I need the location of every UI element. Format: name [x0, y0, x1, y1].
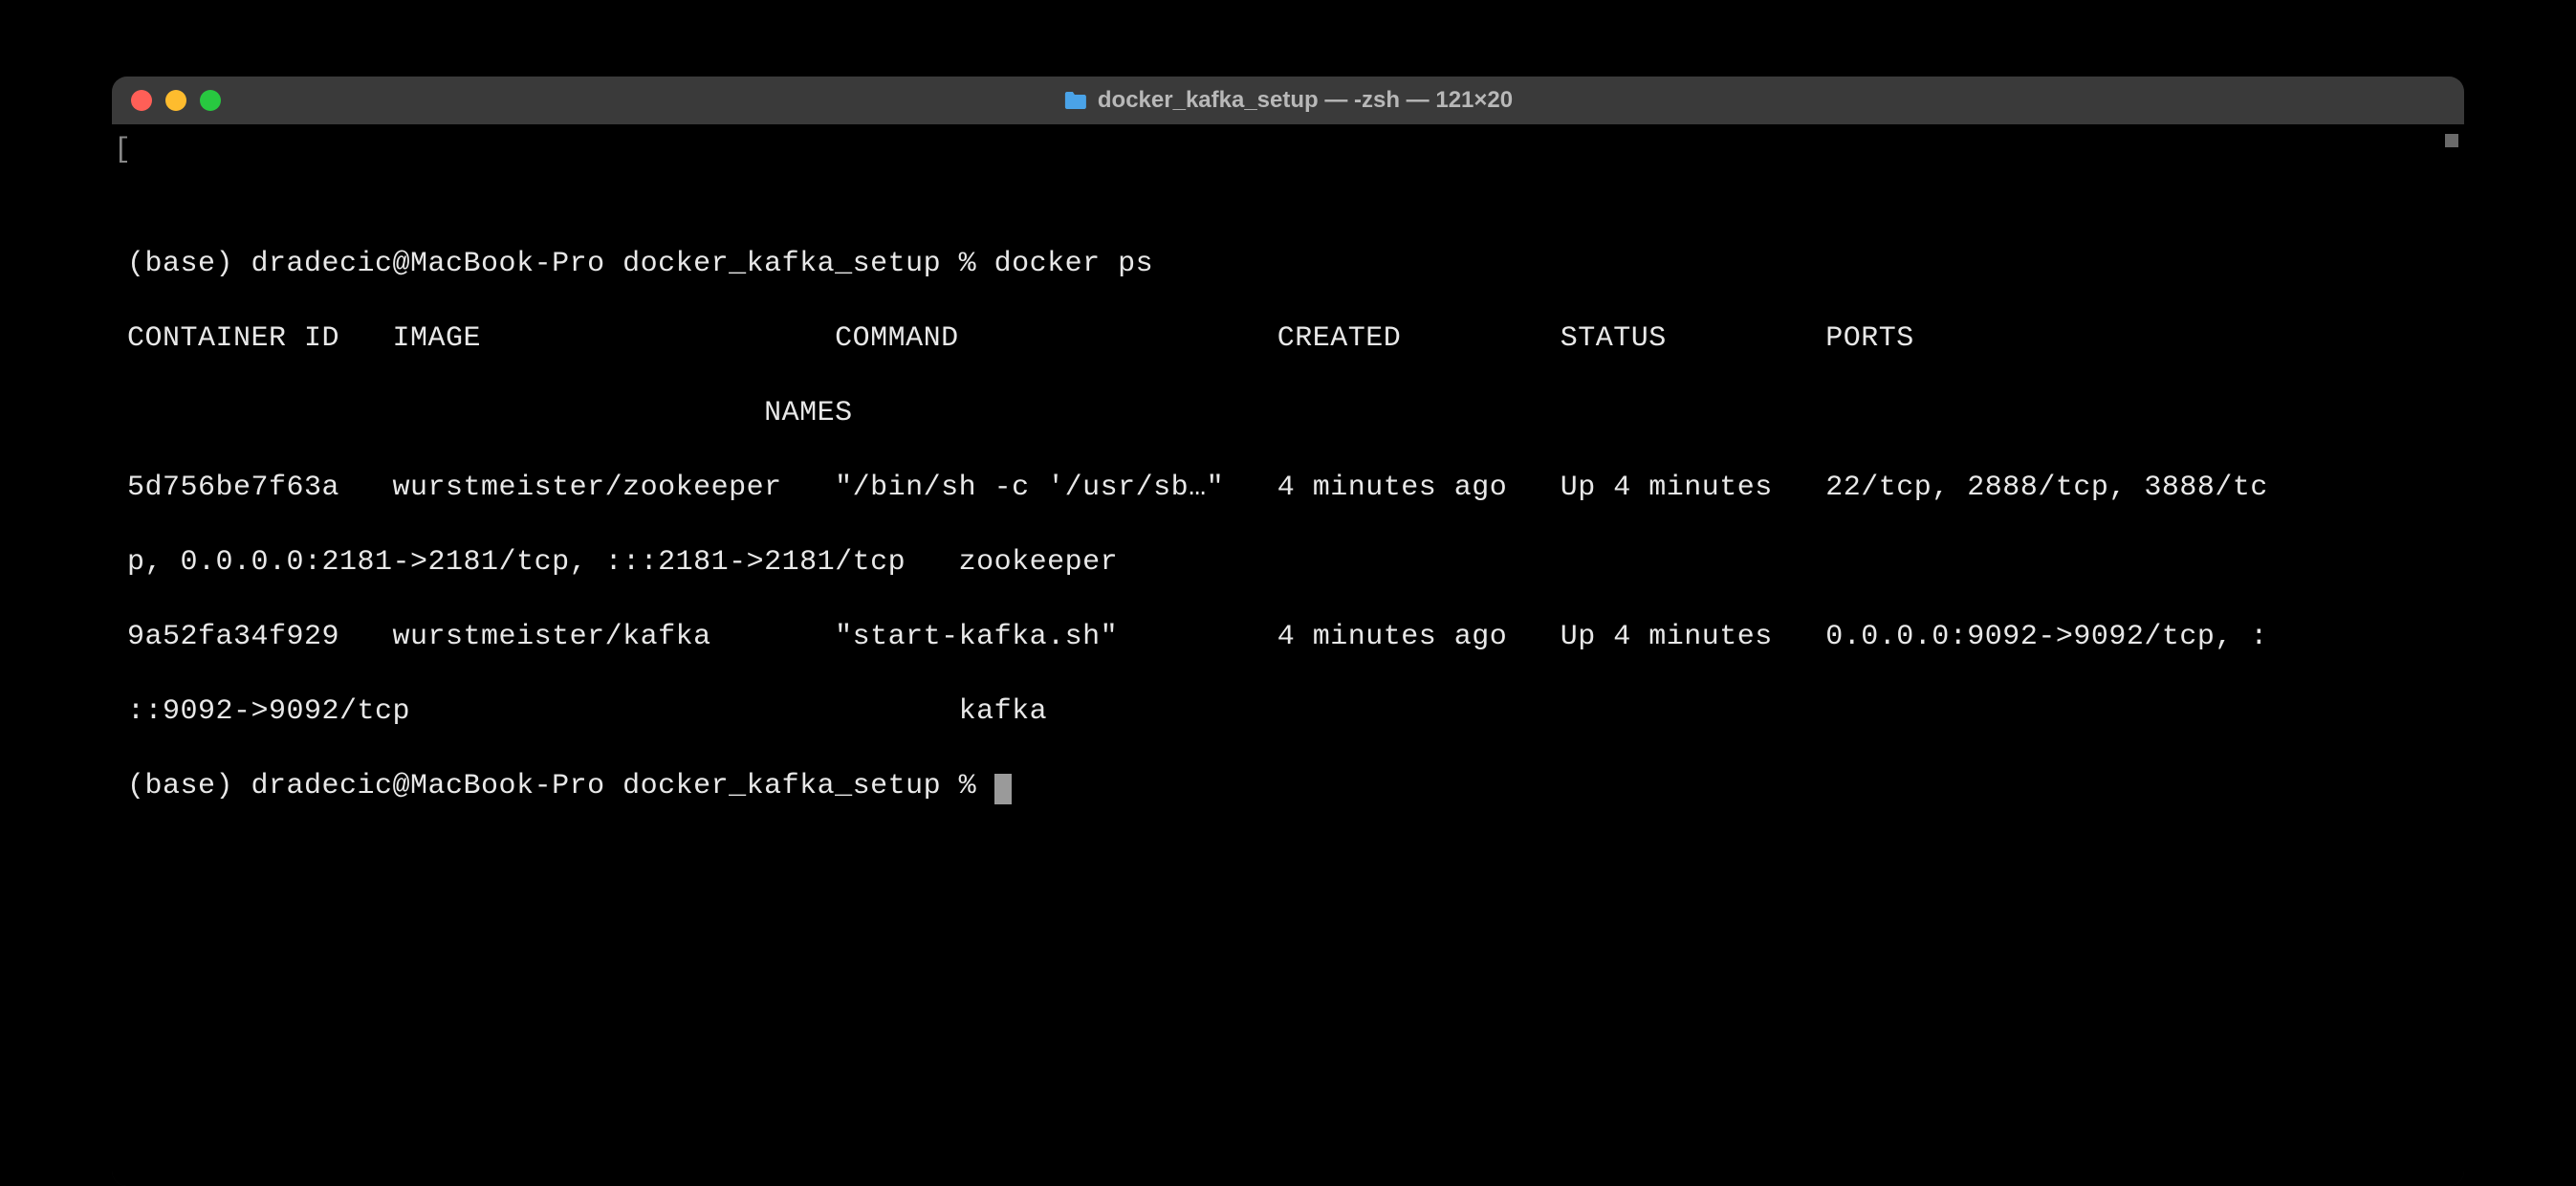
table-header-2: NAMES: [127, 395, 2449, 432]
prompt-prefix: (base) dradecic@MacBook-Pro docker_kafka…: [127, 248, 994, 280]
scroll-indicator-icon: [2445, 134, 2458, 147]
table-row: p, 0.0.0.0:2181->2181/tcp, :::2181->2181…: [127, 544, 2449, 582]
scroll-marker-left: [: [114, 132, 132, 169]
terminal-window: docker_kafka_setup — -zsh — 121×20 [ (ba…: [112, 77, 2464, 1186]
window-title-text: docker_kafka_setup — -zsh — 121×20: [1098, 87, 1513, 114]
folder-icon: [1063, 90, 1088, 111]
command-text: docker ps: [994, 248, 1154, 280]
titlebar[interactable]: docker_kafka_setup — -zsh — 121×20: [112, 77, 2464, 124]
prompt-line-2: (base) dradecic@MacBook-Pro docker_kafka…: [127, 768, 2449, 805]
cursor-icon: [994, 774, 1012, 804]
table-row: ::9092->9092/tcp kafka: [127, 693, 2449, 731]
minimize-icon[interactable]: [165, 90, 186, 111]
prompt-prefix: (base) dradecic@MacBook-Pro docker_kafka…: [127, 770, 994, 802]
table-row: 9a52fa34f929 wurstmeister/kafka "start-k…: [127, 619, 2449, 656]
table-row: 5d756be7f63a wurstmeister/zookeeper "/bi…: [127, 470, 2449, 507]
maximize-icon[interactable]: [200, 90, 221, 111]
window-title: docker_kafka_setup — -zsh — 121×20: [1063, 87, 1513, 114]
table-header-1: CONTAINER ID IMAGE COMMAND CREATED STATU…: [127, 320, 2449, 358]
close-icon[interactable]: [131, 90, 152, 111]
traffic-lights: [131, 90, 221, 111]
prompt-line-1: (base) dradecic@MacBook-Pro docker_kafka…: [127, 246, 2449, 283]
terminal-body[interactable]: [ (base) dradecic@MacBook-Pro docker_kaf…: [112, 124, 2464, 1186]
